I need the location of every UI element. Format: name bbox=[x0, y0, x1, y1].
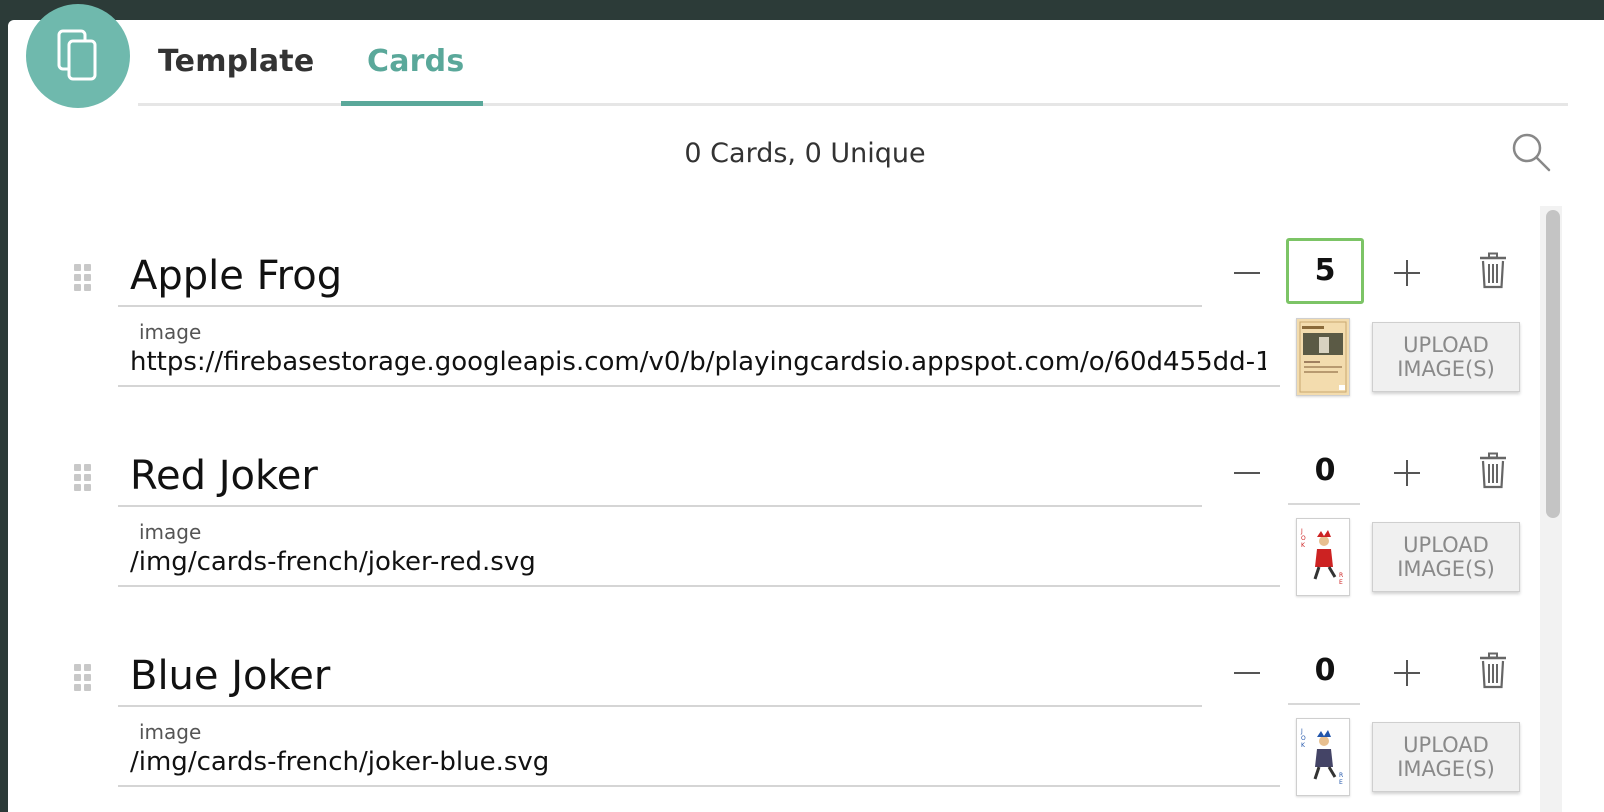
drag-handle-icon[interactable] bbox=[74, 264, 94, 292]
svg-text:R: R bbox=[1339, 572, 1343, 579]
drag-handle-icon[interactable] bbox=[74, 464, 94, 492]
tab-template[interactable]: Template bbox=[158, 44, 314, 104]
card-name-input[interactable] bbox=[130, 446, 1200, 506]
svg-text:O: O bbox=[1301, 735, 1306, 742]
svg-text:O: O bbox=[1301, 535, 1306, 542]
card-name-underline bbox=[118, 505, 1202, 507]
image-field-underline bbox=[118, 385, 1280, 387]
count-underline bbox=[1288, 703, 1360, 705]
trash-icon[interactable] bbox=[1478, 452, 1508, 490]
svg-text:E: E bbox=[1339, 579, 1343, 586]
upload-image-button[interactable]: UPLOAD IMAGE(S) bbox=[1372, 722, 1520, 792]
cards-app-icon bbox=[26, 4, 130, 108]
card-count-input[interactable] bbox=[1286, 638, 1364, 704]
card-count-input[interactable] bbox=[1286, 438, 1364, 504]
decrement-count-button[interactable] bbox=[1230, 256, 1264, 290]
upload-image-button[interactable]: UPLOAD IMAGE(S) bbox=[1372, 522, 1520, 592]
image-url-input[interactable] bbox=[130, 342, 1266, 382]
count-field-focused bbox=[1286, 238, 1364, 304]
search-icon[interactable] bbox=[1510, 131, 1552, 173]
image-field-label: image bbox=[139, 720, 202, 744]
card-row: image J O K R E UPLOAD IMAGE(S) bbox=[0, 412, 1540, 612]
card-image-thumbnail bbox=[1296, 318, 1350, 396]
image-field-label: image bbox=[139, 520, 202, 544]
increment-count-button[interactable] bbox=[1390, 256, 1424, 290]
card-name-underline bbox=[118, 705, 1202, 707]
card-row: image J O K R E UPLOAD IMAGE(S) bbox=[0, 612, 1540, 812]
svg-text:R: R bbox=[1339, 772, 1343, 779]
count-field bbox=[1286, 638, 1364, 704]
svg-text:J: J bbox=[1300, 528, 1303, 535]
top-bar bbox=[0, 0, 1604, 20]
card-row: image UPLOAD IMAGE(S) bbox=[0, 212, 1540, 412]
card-name-input[interactable] bbox=[130, 246, 1200, 306]
increment-count-button[interactable] bbox=[1390, 656, 1424, 690]
svg-text:J: J bbox=[1300, 728, 1303, 735]
svg-text:E: E bbox=[1339, 779, 1343, 786]
card-name-input[interactable] bbox=[130, 646, 1200, 706]
trash-icon[interactable] bbox=[1478, 652, 1508, 690]
card-count-input[interactable] bbox=[1289, 241, 1361, 301]
image-url-input[interactable] bbox=[130, 742, 1266, 782]
tab-cards[interactable]: Cards bbox=[367, 44, 464, 104]
drag-handle-icon[interactable] bbox=[74, 664, 94, 692]
trash-icon[interactable] bbox=[1478, 252, 1508, 290]
image-url-input[interactable] bbox=[130, 542, 1266, 582]
card-image-thumbnail: J O K R E bbox=[1296, 718, 1350, 796]
card-name-underline bbox=[118, 305, 1202, 307]
active-tab-indicator bbox=[341, 101, 483, 106]
image-field-underline bbox=[118, 585, 1280, 587]
cards-summary: 0 Cards, 0 Unique bbox=[684, 138, 926, 169]
image-field-underline bbox=[118, 785, 1280, 787]
decrement-count-button[interactable] bbox=[1230, 656, 1264, 690]
count-field bbox=[1286, 438, 1364, 504]
card-image-thumbnail: J O K R E bbox=[1296, 518, 1350, 596]
image-field-label: image bbox=[139, 320, 202, 344]
increment-count-button[interactable] bbox=[1390, 456, 1424, 490]
count-underline bbox=[1288, 503, 1360, 505]
decrement-count-button[interactable] bbox=[1230, 456, 1264, 490]
scrollbar-thumb[interactable] bbox=[1546, 210, 1560, 518]
upload-image-button[interactable]: UPLOAD IMAGE(S) bbox=[1372, 322, 1520, 392]
